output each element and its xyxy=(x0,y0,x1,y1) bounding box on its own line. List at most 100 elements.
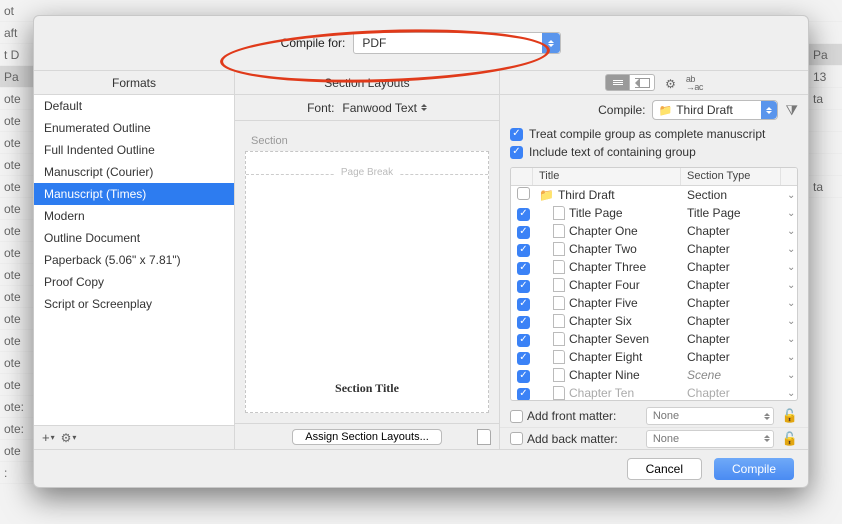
section-label: Section xyxy=(251,135,489,147)
include-checkbox[interactable] xyxy=(517,388,530,400)
compile-for-label: Compile for: xyxy=(281,36,346,50)
chevron-down-icon[interactable]: ⌄ xyxy=(787,316,795,327)
chevron-down-icon[interactable]: ⌄ xyxy=(787,190,795,201)
table-row[interactable]: Chapter NineScene⌄ xyxy=(511,366,797,384)
unlock-icon[interactable]: 🔓 xyxy=(782,431,798,447)
row-type[interactable]: Scene xyxy=(681,368,781,382)
format-item[interactable]: Modern xyxy=(34,205,234,227)
cancel-button[interactable]: Cancel xyxy=(627,458,702,480)
row-type[interactable]: Chapter xyxy=(681,224,781,238)
format-item[interactable]: Script or Screenplay xyxy=(34,293,234,315)
table-row[interactable]: Chapter One Chapter ⌄ xyxy=(511,222,797,240)
back-matter-checkbox[interactable] xyxy=(510,432,523,445)
col-title[interactable]: Title xyxy=(533,168,681,185)
treat-group-checkbox[interactable] xyxy=(510,128,523,141)
include-checkbox[interactable] xyxy=(517,244,530,257)
format-item[interactable]: Proof Copy xyxy=(34,271,234,293)
table-body[interactable]: 📁Third DraftSection⌄Title PageTitle Page… xyxy=(511,186,797,400)
include-checkbox[interactable] xyxy=(517,298,530,311)
format-item[interactable]: Full Indented Outline xyxy=(34,139,234,161)
back-matter-select[interactable]: None xyxy=(646,430,774,448)
table-row[interactable]: Chapter EightChapter⌄ xyxy=(511,348,797,366)
document-icon xyxy=(553,386,565,400)
formats-list[interactable]: DefaultEnumerated OutlineFull Indented O… xyxy=(34,95,234,425)
include-text-row: Include text of containing group xyxy=(500,143,808,161)
chevron-down-icon[interactable]: ⌄ xyxy=(787,244,795,255)
row-type[interactable]: Chapter xyxy=(681,278,781,292)
replacements-button[interactable]: ab→ac xyxy=(686,75,703,91)
content-toolbar: ab→ac xyxy=(500,71,808,95)
columns: Formats DefaultEnumerated OutlineFull In… xyxy=(34,70,808,449)
treat-group-label: Treat compile group as complete manuscri… xyxy=(529,127,765,141)
row-type[interactable]: Chapter xyxy=(681,296,781,310)
font-label: Font: xyxy=(307,101,334,115)
chevron-down-icon[interactable]: ⌄ xyxy=(787,388,795,399)
row-type[interactable]: Chapter xyxy=(681,386,781,400)
add-format-button[interactable]: +▾ xyxy=(42,430,55,445)
table-row[interactable]: Chapter TwoChapter⌄ xyxy=(511,240,797,258)
format-item[interactable]: Manuscript (Courier) xyxy=(34,161,234,183)
assign-section-layouts-button[interactable]: Assign Section Layouts... xyxy=(292,429,442,445)
table-row[interactable]: Chapter SixChapter⌄ xyxy=(511,312,797,330)
format-item[interactable]: Outline Document xyxy=(34,227,234,249)
filter-button[interactable]: ⧩ xyxy=(786,102,799,119)
page-options-icon[interactable] xyxy=(477,429,491,445)
row-type[interactable]: Chapter xyxy=(681,332,781,346)
format-item[interactable]: Default xyxy=(34,95,234,117)
view-tags-button[interactable] xyxy=(630,74,655,91)
chevron-down-icon[interactable]: ⌄ xyxy=(787,262,795,273)
include-checkbox[interactable] xyxy=(517,226,530,239)
include-checkbox[interactable] xyxy=(517,187,530,200)
format-item[interactable]: Manuscript (Times) xyxy=(34,183,234,205)
chevron-down-icon[interactable]: ⌄ xyxy=(787,280,795,291)
format-item[interactable]: Enumerated Outline xyxy=(34,117,234,139)
row-type[interactable]: Chapter xyxy=(681,314,781,328)
font-select[interactable]: Fanwood Text xyxy=(342,101,427,115)
row-type[interactable]: Chapter xyxy=(681,350,781,364)
compile-button[interactable]: Compile xyxy=(714,458,794,480)
chevron-down-icon[interactable]: ⌄ xyxy=(787,208,795,219)
chevron-down-icon[interactable]: ⌄ xyxy=(787,226,795,237)
document-icon xyxy=(553,278,565,292)
col-type[interactable]: Section Type xyxy=(681,168,781,185)
include-checkbox[interactable] xyxy=(517,208,530,221)
front-matter-row: Add front matter: None 🔓 xyxy=(500,405,808,427)
section-layouts-column: Section Layouts Font: Fanwood Text Secti… xyxy=(235,71,500,449)
view-list-button[interactable] xyxy=(605,74,630,91)
compile-target-select[interactable]: 📁 Third Draft xyxy=(652,100,778,120)
table-row[interactable]: Chapter FiveChapter⌄ xyxy=(511,294,797,312)
chevron-down-icon[interactable]: ⌄ xyxy=(787,370,795,381)
include-checkbox[interactable] xyxy=(517,262,530,275)
table-row[interactable]: Chapter FourChapter⌄ xyxy=(511,276,797,294)
chevron-down-icon[interactable]: ⌄ xyxy=(787,334,795,345)
table-row[interactable]: Chapter ThreeChapter⌄ xyxy=(511,258,797,276)
include-checkbox[interactable] xyxy=(517,316,530,329)
row-type[interactable]: Chapter xyxy=(681,260,781,274)
chevron-down-icon[interactable]: ⌄ xyxy=(787,298,795,309)
row-type[interactable]: Section xyxy=(681,188,781,202)
table-row[interactable]: Chapter TenChapter⌄ xyxy=(511,384,797,400)
row-title: Chapter One xyxy=(569,224,638,238)
format-options-button[interactable]: ▾ xyxy=(61,430,77,445)
format-item[interactable]: Paperback (5.06" x 7.81") xyxy=(34,249,234,271)
include-checkbox[interactable] xyxy=(517,352,530,365)
row-type[interactable]: Chapter xyxy=(681,242,781,256)
table-row[interactable]: Title PageTitle Page⌄ xyxy=(511,204,797,222)
front-matter-checkbox[interactable] xyxy=(510,410,523,423)
front-matter-select[interactable]: None xyxy=(646,407,774,425)
row-type[interactable]: Title Page xyxy=(681,206,781,220)
layout-preview: Section Page Break Section Title xyxy=(245,131,489,413)
page-preview[interactable]: Page Break Section Title xyxy=(245,151,489,413)
include-checkbox[interactable] xyxy=(517,280,530,293)
include-checkbox[interactable] xyxy=(517,334,530,347)
include-text-checkbox[interactable] xyxy=(510,146,523,159)
section-title-preview: Section Title xyxy=(246,381,488,396)
settings-button[interactable] xyxy=(665,75,676,91)
include-checkbox[interactable] xyxy=(517,370,530,383)
compile-for-select[interactable]: PDF xyxy=(353,32,561,54)
table-row[interactable]: 📁Third DraftSection⌄ xyxy=(511,186,797,204)
chevron-down-icon[interactable]: ⌄ xyxy=(787,352,795,363)
unlock-icon[interactable]: 🔓 xyxy=(782,408,798,424)
table-row[interactable]: Chapter SevenChapter⌄ xyxy=(511,330,797,348)
table-header: Title Section Type xyxy=(511,168,797,186)
